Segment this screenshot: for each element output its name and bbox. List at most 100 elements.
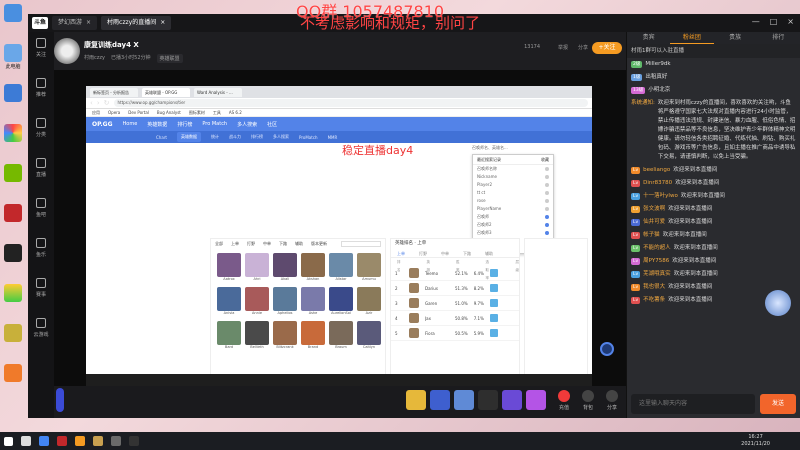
system-clock[interactable]: 16:27 2021/11/20 bbox=[741, 434, 770, 448]
sidebar-item-follow[interactable]: 关注 bbox=[28, 32, 54, 72]
app-icon[interactable] bbox=[111, 436, 121, 446]
chat-username[interactable]: Dinr83780 bbox=[643, 179, 672, 188]
champion-tile: Blitzcrank bbox=[273, 321, 297, 351]
champion-portrait bbox=[245, 321, 269, 345]
gift-icon[interactable] bbox=[526, 390, 546, 410]
desktop-icon[interactable] bbox=[2, 364, 24, 383]
desktop-icon[interactable] bbox=[2, 204, 24, 223]
close-button[interactable]: × bbox=[787, 17, 794, 26]
badge-bubble[interactable] bbox=[56, 388, 64, 412]
desktop-icon[interactable] bbox=[2, 84, 24, 103]
desktop-icon[interactable] bbox=[2, 244, 24, 263]
close-icon: × bbox=[160, 19, 166, 26]
chat-username[interactable]: beeliango bbox=[643, 166, 670, 175]
minimize-button[interactable]: — bbox=[752, 17, 760, 26]
reload-icon: ↻ bbox=[103, 99, 110, 107]
chat-username[interactable]: 系统通知: bbox=[631, 99, 655, 108]
search-icon[interactable] bbox=[21, 436, 31, 446]
streamer-avatar[interactable] bbox=[54, 38, 80, 64]
tab-fans[interactable]: 粉丝团 bbox=[670, 32, 714, 44]
desktop-icon[interactable] bbox=[2, 164, 24, 183]
level-badge: Lv bbox=[631, 193, 641, 200]
champion-portrait bbox=[217, 253, 241, 277]
lol-icon[interactable] bbox=[93, 436, 103, 446]
chat-message: 13级 小明北京 bbox=[631, 87, 671, 94]
chat-input[interactable]: 这里输入聊天内容 bbox=[631, 394, 755, 414]
maximize-button[interactable]: □ bbox=[770, 17, 778, 26]
follow-button[interactable]: +关注 bbox=[592, 42, 622, 54]
level-badge: 13级 bbox=[631, 87, 646, 94]
desktop-icon[interactable]: 此电脑 bbox=[2, 44, 24, 70]
video-player[interactable]: 新标签页 - 分析报告 英雄联盟 - OP.GG Ward Analysis -… bbox=[54, 70, 626, 386]
sidebar-item-live[interactable]: 直播 bbox=[28, 152, 54, 192]
bookmarks-bar: 应用 Opera Dev Portal Bug Analyst 图标素材 工具 AS 6.2 bbox=[86, 109, 592, 117]
desktop-icon[interactable] bbox=[2, 124, 24, 143]
champion-tile: Akali bbox=[273, 253, 297, 283]
chat-username[interactable]: 帐子猫 bbox=[643, 231, 660, 240]
streamer-taskbar bbox=[86, 374, 592, 386]
chat-username[interactable]: 仙井可爱 bbox=[643, 218, 665, 227]
windows-start-icon[interactable] bbox=[4, 436, 13, 446]
desktop-icon[interactable] bbox=[2, 324, 24, 343]
obs-icon[interactable] bbox=[129, 436, 139, 446]
overlay-text-notice: 不考虑影响和规矩，别问了 bbox=[300, 14, 481, 32]
backpack-button[interactable]: 背包 bbox=[576, 390, 600, 411]
recharge-button[interactable]: 充值 bbox=[552, 390, 576, 411]
desktop-icon[interactable] bbox=[2, 4, 24, 23]
sidebar-item-events[interactable]: 赛事 bbox=[28, 272, 54, 312]
sidebar-item-fishbar[interactable]: 鱼吧 bbox=[28, 192, 54, 232]
table-row: 5 Fiora 50.5% 5.9% bbox=[391, 326, 519, 341]
chat-username[interactable]: 我也很大 bbox=[643, 283, 665, 292]
chat-username[interactable]: 十一落叶ylwo bbox=[643, 192, 678, 201]
desktop-icon[interactable] bbox=[2, 284, 24, 303]
floating-avatar-icon[interactable] bbox=[765, 290, 791, 316]
sidebar-item-recommend[interactable]: 推荐 bbox=[28, 72, 54, 112]
chat-messages: 2级 Miller9dk 1级 出租真好 13级 小明北京 系统通知: 欢迎来到村雨czzy的… bbox=[627, 58, 800, 307]
room-title: 康复训练day4 X bbox=[84, 41, 139, 49]
champion-portrait bbox=[301, 253, 325, 277]
share-button[interactable]: 分享 bbox=[600, 390, 624, 411]
douyu-icon[interactable] bbox=[75, 436, 85, 446]
share-link[interactable]: 分享 bbox=[578, 44, 588, 51]
tab-rank[interactable]: 排行 bbox=[757, 32, 800, 44]
category-tag[interactable]: 英雄联盟 bbox=[156, 54, 183, 63]
gift-icon[interactable] bbox=[502, 390, 522, 410]
chat-username[interactable]: 周PY7586 bbox=[643, 257, 669, 266]
sidebar-item-category[interactable]: 分类 bbox=[28, 112, 54, 152]
chat-username[interactable]: 不吃薯条 bbox=[643, 296, 665, 305]
level-badge: 1级 bbox=[631, 74, 643, 81]
tab-meng-huan[interactable]: 梦幻西游 × bbox=[52, 16, 98, 30]
tier-list: 英雄排名 · 上单 上单 打野 中单 下路 辅助 排名 英雄 胜率 选取率 层级 1 Teemo 5… bbox=[390, 238, 520, 386]
chat-message: 系统通知: 欢迎来到村雨czzy的直播间，喜欢喜欢的关注哟，斗鱼将严格遵守国家七大… bbox=[631, 99, 796, 160]
champion-tile: Caitlyn bbox=[357, 321, 381, 351]
report-link[interactable]: 举报 bbox=[558, 44, 568, 51]
streamer-name[interactable]: 村雨czzy bbox=[84, 54, 105, 63]
app-icon[interactable] bbox=[57, 436, 67, 446]
sidebar-item-music[interactable]: 鱼乐 bbox=[28, 232, 54, 272]
chat-tabs: 贵宾 粉丝团 贵族 排行 bbox=[627, 32, 800, 44]
help-icon[interactable] bbox=[600, 342, 614, 356]
tab-nobles[interactable]: 贵族 bbox=[714, 32, 757, 44]
gift-icon[interactable] bbox=[478, 390, 498, 410]
chat-username[interactable]: 芜湖哦真实 bbox=[643, 270, 671, 279]
send-button[interactable]: 发送 bbox=[760, 394, 796, 414]
champion-portrait bbox=[273, 287, 297, 311]
champion-tile: Amumu bbox=[357, 253, 381, 283]
douyu-logo[interactable]: 斗鱼 bbox=[32, 17, 48, 29]
chat-message: Lv 周PY7586 欢迎来到本直播间 bbox=[631, 257, 717, 266]
cloud-icon bbox=[36, 318, 46, 328]
gift-icon[interactable] bbox=[430, 390, 450, 410]
gift-icon[interactable] bbox=[406, 390, 426, 410]
chat-username[interactable]: 张文波啊 bbox=[643, 205, 665, 214]
gift-icon[interactable] bbox=[454, 390, 474, 410]
chrome-icon[interactable] bbox=[39, 436, 49, 446]
sidebar-item-cloudgame[interactable]: 云游戏 bbox=[28, 312, 54, 352]
champion-portrait bbox=[409, 268, 419, 278]
tab-live-room[interactable]: 村雨czzy的直播间 × bbox=[101, 16, 172, 30]
chat-username[interactable]: 不能的超人 bbox=[643, 244, 671, 253]
champion-tile: Brand bbox=[301, 321, 325, 351]
tab-vip[interactable]: 贵宾 bbox=[627, 32, 670, 44]
chat-message: Lv 帐子猫 欢迎来到本直播间 bbox=[631, 231, 707, 240]
champion-tile: Annie bbox=[245, 287, 269, 317]
back-icon: ‹ bbox=[90, 99, 93, 107]
